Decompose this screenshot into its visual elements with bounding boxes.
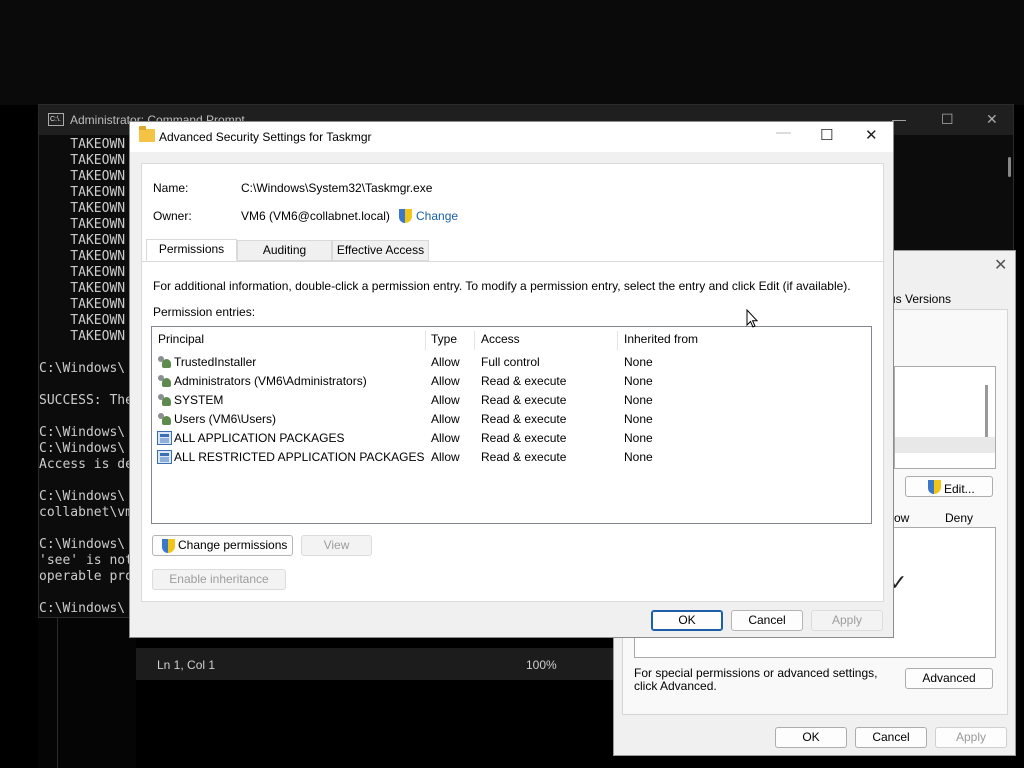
cell-principal: ALL RESTRICTED APPLICATION PACKAGES — [174, 450, 425, 464]
desktop-background — [0, 0, 1024, 105]
uac-shield-icon — [928, 480, 941, 494]
column-header-type[interactable]: Type — [431, 332, 457, 346]
cell-access: Read & execute — [481, 450, 567, 464]
tab-divider — [142, 261, 883, 262]
change-owner-link[interactable]: Change — [416, 209, 458, 223]
cursor-position: Ln 1, Col 1 — [157, 658, 216, 672]
cell-principal: ALL APPLICATION PACKAGES — [174, 431, 345, 445]
cell-access: Read & execute — [481, 412, 567, 426]
owner-value: VM6 (VM6@collabnet.local) — [241, 209, 390, 223]
edit-button[interactable]: Edit... — [905, 476, 993, 497]
maximize-icon[interactable]: ☐ — [820, 126, 833, 144]
cell-type: Allow — [431, 431, 460, 445]
advanced-button[interactable]: Advanced — [905, 668, 993, 689]
cell-principal: SYSTEM — [174, 393, 224, 407]
cell-inherited: None — [624, 431, 653, 445]
allow-column-header: ow — [894, 511, 910, 525]
column-separator[interactable] — [474, 331, 475, 350]
users-icon — [157, 355, 172, 369]
tab-effective-access[interactable]: Effective Access — [332, 240, 429, 261]
cell-principal: TrustedInstaller — [174, 355, 257, 369]
special-permissions-text: For special permissions or advanced sett… — [634, 666, 878, 693]
cell-type: Allow — [431, 412, 460, 426]
cell-access: Read & execute — [481, 393, 567, 407]
users-icon — [157, 393, 172, 407]
close-icon[interactable]: ✕ — [865, 126, 878, 144]
column-separator[interactable] — [425, 331, 426, 350]
permission-entry-row[interactable]: SYSTEM Allow Read & execute None — [152, 390, 871, 409]
permission-entry-row[interactable]: Users (VM6\Users) Allow Read & execute None — [152, 409, 871, 428]
advanced-security-dialog: Advanced Security Settings for Taskmgr —… — [129, 121, 894, 638]
cell-type: Allow — [431, 393, 460, 407]
ok-button[interactable]: OK — [651, 610, 723, 631]
column-header-principal[interactable]: Principal — [158, 332, 204, 346]
cmd-output[interactable]: TAKEOWN TAKEOWN TAKEOWN TAKEOWN TAKEOWN … — [39, 137, 133, 617]
dialog-title-bar[interactable]: Advanced Security Settings for Taskmgr —… — [130, 122, 893, 152]
cell-access: Full control — [481, 355, 540, 369]
permission-entry-row[interactable]: Administrators (VM6\Administrators) Allow… — [152, 371, 871, 390]
uac-shield-icon — [162, 539, 175, 553]
ok-button[interactable]: OK — [775, 727, 847, 748]
cell-inherited: None — [624, 393, 653, 407]
cell-type: Allow — [431, 374, 460, 388]
minimize-icon[interactable]: — — [892, 111, 906, 127]
mouse-pointer-icon — [746, 309, 758, 328]
deny-column-header: Deny — [945, 511, 974, 525]
cancel-button[interactable]: Cancel — [855, 727, 927, 748]
cell-type: Allow — [431, 450, 460, 464]
app-package-icon — [157, 431, 172, 445]
close-icon[interactable]: ✕ — [994, 255, 1007, 275]
cell-principal: Users (VM6\Users) — [174, 412, 277, 426]
change-permissions-button[interactable]: Change permissions — [152, 535, 293, 556]
zoom-level[interactable]: 100% — [526, 658, 557, 672]
group-user-list[interactable] — [894, 366, 996, 469]
cell-inherited: None — [624, 412, 653, 426]
permission-entries-list[interactable]: Principal Type Access Inherited from Tru… — [151, 326, 872, 524]
permission-entry-row[interactable]: ALL RESTRICTED APPLICATION PACKAGES Allow… — [152, 447, 871, 466]
apply-button[interactable]: Apply — [935, 727, 1007, 748]
column-header-inherited-from[interactable]: Inherited from — [624, 332, 698, 346]
cell-inherited: None — [624, 374, 653, 388]
permission-entry-row[interactable]: ALL APPLICATION PACKAGES Allow Read & exec… — [152, 428, 871, 447]
enable-inheritance-button[interactable]: Enable inheritance — [152, 569, 286, 590]
users-icon — [157, 374, 172, 388]
apply-button[interactable]: Apply — [811, 610, 883, 631]
cancel-button[interactable]: Cancel — [731, 610, 803, 631]
selected-list-item[interactable] — [895, 437, 995, 453]
app-package-icon — [157, 450, 172, 464]
view-button[interactable]: View — [301, 535, 372, 556]
notepad-status-bar: Ln 1, Col 1 100% — [136, 648, 626, 680]
maximize-icon[interactable]: ☐ — [941, 111, 954, 128]
cell-inherited: None — [624, 355, 653, 369]
divider — [57, 618, 58, 768]
cell-access: Read & execute — [481, 431, 567, 445]
owner-label: Owner: — [153, 209, 192, 223]
permission-entries-label: Permission entries: — [153, 305, 256, 319]
name-label: Name: — [153, 181, 189, 195]
users-icon — [157, 412, 172, 426]
uac-shield-icon — [399, 209, 412, 223]
cmd-scrollbar[interactable] — [1008, 157, 1011, 177]
cell-access: Read & execute — [481, 374, 567, 388]
folder-icon — [139, 126, 155, 142]
name-value[interactable]: C:\Windows\System32\Taskmgr.exe — [241, 181, 432, 195]
cell-inherited: None — [624, 450, 653, 464]
list-scrollbar[interactable] — [985, 385, 988, 437]
background-panel — [38, 618, 136, 768]
cell-type: Allow — [431, 355, 460, 369]
cell-principal: Administrators (VM6\Administrators) — [174, 374, 367, 388]
tab-auditing[interactable]: Auditing — [237, 240, 332, 261]
permission-entry-row[interactable]: TrustedInstaller Allow Full control None — [152, 352, 871, 371]
dialog-title: Advanced Security Settings for Taskmgr — [159, 130, 372, 144]
info-text: For additional information, double-click… — [153, 279, 851, 293]
minimize-icon: — — [776, 124, 791, 141]
tab-permissions[interactable]: Permissions — [146, 239, 237, 261]
close-icon[interactable]: ✕ — [986, 111, 998, 128]
column-separator[interactable] — [617, 331, 618, 350]
cmd-app-icon: C:\. — [48, 113, 64, 126]
tab-previous-versions[interactable]: us Versions — [889, 292, 951, 306]
column-header-access[interactable]: Access — [481, 332, 520, 346]
